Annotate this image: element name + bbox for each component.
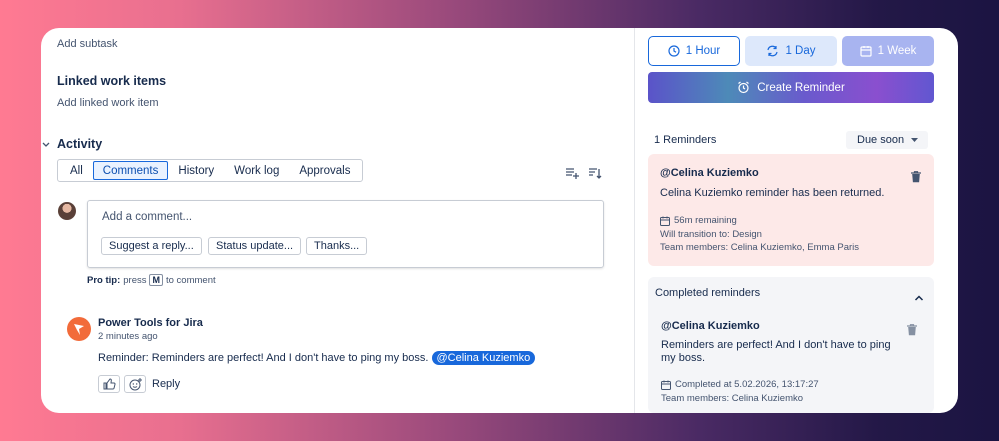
reminder-user: @Celina Kuziemko <box>660 167 759 179</box>
delete-reminder-button[interactable] <box>911 170 921 183</box>
completed-at-text: Completed at 5.02.2026, 13:17:27 <box>675 379 819 390</box>
pro-tip-press: press <box>123 274 147 286</box>
emoji-add-icon <box>129 377 142 390</box>
reminder-transition: Will transition to: Design <box>660 229 762 240</box>
active-reminder-card: @Celina Kuziemko Celina Kuziemko reminde… <box>648 154 934 266</box>
suggest-reply-button[interactable]: Suggest a reply... <box>101 237 202 255</box>
pro-tip-label: Pro tip: <box>87 274 121 286</box>
pro-tip-rest: to comment <box>165 274 216 286</box>
comment-input[interactable]: Add a comment... <box>102 211 192 223</box>
one-week-label: 1 Week <box>877 45 917 57</box>
reply-button[interactable]: Reply <box>152 378 180 390</box>
one-day-button[interactable]: 1 Day <box>745 36 837 66</box>
add-subtask-link[interactable]: Add subtask <box>57 38 118 50</box>
tab-history[interactable]: History <box>168 161 224 180</box>
completed-reminder-user: @Celina Kuziemko <box>661 320 760 332</box>
one-hour-button[interactable]: 1 Hour <box>648 36 740 66</box>
clock-icon <box>668 45 680 57</box>
collapse-activity-icon[interactable] <box>41 138 51 150</box>
tab-comments[interactable]: Comments <box>92 161 169 180</box>
completed-reminders-section: Completed reminders @Celina Kuziemko Rem… <box>648 277 934 413</box>
tab-all[interactable]: All <box>60 161 93 180</box>
remaining-text: 56m remaining <box>674 215 737 226</box>
sort-dropdown[interactable]: Due soon <box>846 131 928 149</box>
completed-reminder-team: Team members: Celina Kuziemko <box>661 393 804 404</box>
sort-order-icon[interactable] <box>588 166 602 180</box>
trash-icon <box>911 171 921 183</box>
one-hour-label: 1 Hour <box>685 45 721 57</box>
user-avatar <box>58 202 76 220</box>
completed-reminder-message-line1: Reminders are perfect! And I don't have … <box>661 339 891 351</box>
pro-tip: Pro tip: press M to comment <box>87 274 216 286</box>
issue-card: Add subtask Linked work items Add linked… <box>41 28 958 413</box>
reminders-count: 1 Reminders <box>654 134 717 146</box>
user-mention[interactable]: @Celina Kuziemko <box>431 351 536 365</box>
reminder-team: Team members: Celina Kuziemko, Emma Pari… <box>660 242 860 253</box>
add-filter-icon[interactable] <box>565 166 579 180</box>
thanks-button[interactable]: Thanks... <box>306 237 368 255</box>
alarm-clock-icon <box>738 81 750 94</box>
tab-work-log[interactable]: Work log <box>224 161 289 180</box>
like-button[interactable] <box>98 375 120 393</box>
reminder-message: Celina Kuziemko reminder has been return… <box>660 187 885 199</box>
comment-timestamp: 2 minutes ago <box>98 331 158 342</box>
activity-heading: Activity <box>57 137 103 151</box>
comment-editor[interactable]: Add a comment... Suggest a reply... Stat… <box>87 200 604 268</box>
create-reminder-button[interactable]: Create Reminder <box>648 72 934 103</box>
tab-approvals[interactable]: Approvals <box>289 161 360 180</box>
reminder-remaining: 56m remaining <box>660 215 737 226</box>
calendar-icon <box>660 216 670 226</box>
linked-work-items-heading: Linked work items <box>57 74 167 88</box>
comment-author[interactable]: Power Tools for Jira <box>98 317 203 329</box>
power-tools-logo-icon <box>67 317 91 341</box>
issue-main-panel: Add subtask Linked work items Add linked… <box>41 28 634 413</box>
one-week-button[interactable]: 1 Week <box>842 36 934 66</box>
caret-down-icon <box>911 138 919 142</box>
comment-body: Reminder: Reminders are perfect! And I d… <box>98 351 536 365</box>
collapse-completed-button[interactable] <box>914 289 924 301</box>
delete-completed-reminder-button[interactable] <box>907 323 917 336</box>
trash-icon <box>907 324 917 336</box>
comment-text: Reminder: Reminders are perfect! And I d… <box>98 352 429 364</box>
one-day-label: 1 Day <box>785 45 816 57</box>
reminders-panel: 1 Hour 1 Day 1 Week Create Reminder 1 Re… <box>635 28 958 413</box>
sort-dropdown-value: Due soon <box>857 134 905 146</box>
status-update-button[interactable]: Status update... <box>208 237 302 255</box>
activity-tabs: All Comments History Work log Approvals <box>57 159 364 182</box>
completed-reminders-heading[interactable]: Completed reminders <box>655 287 760 299</box>
add-reaction-button[interactable] <box>124 375 146 393</box>
add-linked-item-link[interactable]: Add linked work item <box>57 97 159 109</box>
refresh-icon <box>767 45 779 57</box>
completed-at: Completed at 5.02.2026, 13:17:27 <box>661 379 819 390</box>
completed-reminder-message-line2: my boss. <box>661 352 706 364</box>
keyboard-key-m: M <box>149 274 163 286</box>
chevron-up-icon <box>914 295 924 301</box>
create-reminder-label: Create Reminder <box>757 81 845 94</box>
calendar-icon <box>661 380 671 390</box>
thumbs-up-icon <box>103 378 116 390</box>
calendar-icon <box>860 46 872 57</box>
